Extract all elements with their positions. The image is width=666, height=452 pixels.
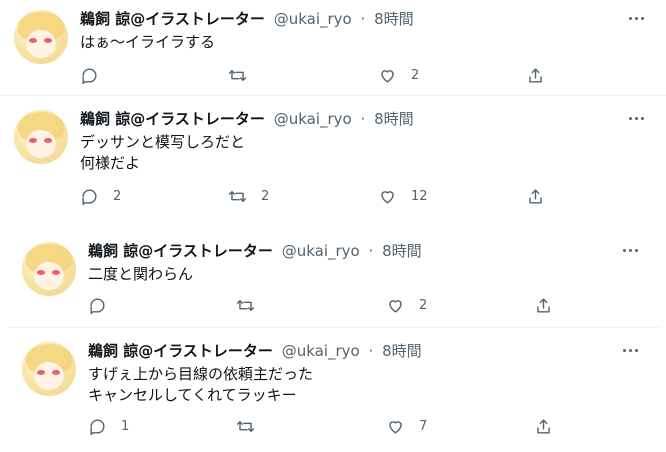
tweet[interactable]: 鵜飼 諒@イラストレーター @ukai_ryo · 8時間 デッサンと模写しろだ…	[0, 100, 666, 220]
avatar[interactable]	[22, 342, 76, 396]
retweet-button[interactable]	[228, 64, 261, 86]
tweet-header: 鵜飼 諒@イラストレーター @ukai_ryo · 8時間	[80, 108, 626, 130]
like-button[interactable]: 2	[386, 294, 427, 316]
display-name[interactable]: 鵜飼 諒@イラストレーター	[88, 342, 273, 360]
reply-icon	[82, 67, 97, 84]
tweet-actions: 2	[80, 64, 646, 86]
like-button[interactable]: 7	[386, 415, 427, 437]
tweet-text: すげぇ上から目線の依頼主だった キャンセルしてくれてラッキー	[88, 365, 314, 404]
retweet-icon	[236, 420, 255, 432]
like-icon	[389, 299, 402, 313]
tweet[interactable]: 鵜飼 諒@イラストレーター @ukai_ryo · 8時間 すげぇ上から目線の依…	[8, 332, 660, 450]
tweet-header: 鵜飼 諒@イラストレーター @ukai_ryo · 8時間	[88, 340, 620, 362]
avatar[interactable]	[22, 242, 76, 296]
separator-dot: ·	[360, 110, 366, 128]
separator-dot: ·	[368, 342, 374, 360]
more-icon[interactable]	[618, 240, 642, 260]
like-count: 7	[419, 418, 428, 434]
handle[interactable]: @ukai_ryo	[282, 242, 360, 260]
separator-dot: ·	[368, 242, 374, 260]
share-button[interactable]	[534, 415, 553, 437]
retweet-button[interactable]	[236, 415, 269, 437]
tweet-actions: 2	[88, 294, 640, 316]
retweet-count: 2	[261, 188, 270, 204]
tweet-actions: 2 2 12	[80, 185, 646, 207]
separator-dot: ·	[360, 10, 366, 28]
like-button[interactable]: 12	[378, 185, 428, 207]
more-icon[interactable]	[624, 108, 648, 128]
tweet-text: はぁ〜イライラする	[80, 33, 216, 51]
tweet-text: 二度と関わらん	[88, 265, 194, 283]
reply-count: 1	[121, 418, 130, 434]
tweet-header: 鵜飼 諒@イラストレーター @ukai_ryo · 8時間	[80, 8, 626, 30]
like-count: 2	[419, 297, 428, 313]
avatar[interactable]	[14, 10, 68, 64]
like-icon	[389, 420, 402, 434]
tweet-header: 鵜飼 諒@イラストレーター @ukai_ryo · 8時間	[88, 240, 620, 262]
tweet-text: デッサンと模写しろだと 何様だよ	[80, 133, 246, 172]
display-name[interactable]: 鵜飼 諒@イラストレーター	[88, 242, 273, 260]
retweet-button[interactable]	[236, 294, 269, 316]
reply-icon	[90, 297, 105, 314]
reply-count: 2	[113, 188, 122, 204]
reply-button[interactable]: 2	[80, 185, 121, 207]
reply-icon	[82, 188, 97, 205]
share-button[interactable]	[526, 64, 545, 86]
like-button[interactable]: 2	[378, 64, 419, 86]
display-name[interactable]: 鵜飼 諒@イラストレーター	[80, 10, 265, 28]
like-count: 2	[411, 67, 420, 83]
timestamp[interactable]: 8時間	[382, 342, 422, 360]
timestamp[interactable]: 8時間	[374, 10, 414, 28]
timestamp[interactable]: 8時間	[382, 242, 422, 260]
more-icon[interactable]	[618, 340, 642, 360]
reply-button[interactable]	[88, 294, 121, 316]
share-icon	[529, 67, 542, 83]
tweet-actions: 1 7	[88, 415, 640, 437]
handle[interactable]: @ukai_ryo	[274, 10, 352, 28]
retweet-button[interactable]: 2	[228, 185, 269, 207]
like-icon	[381, 69, 394, 83]
share-button[interactable]	[526, 185, 545, 207]
share-icon	[537, 297, 550, 313]
reply-button[interactable]: 1	[88, 415, 129, 437]
retweet-icon	[228, 190, 247, 202]
divider	[8, 327, 660, 328]
timestamp[interactable]: 8時間	[374, 110, 414, 128]
handle[interactable]: @ukai_ryo	[274, 110, 352, 128]
handle[interactable]: @ukai_ryo	[282, 342, 360, 360]
reply-button[interactable]	[80, 64, 113, 86]
share-icon	[537, 418, 550, 434]
avatar[interactable]	[14, 110, 68, 164]
tweet[interactable]: 鵜飼 諒@イラストレーター @ukai_ryo · 8時間 はぁ〜イライラする …	[0, 0, 666, 96]
reply-icon	[90, 418, 105, 435]
share-icon	[529, 188, 542, 204]
tweet[interactable]: 鵜飼 諒@イラストレーター @ukai_ryo · 8時間 二度と関わらん 2	[8, 232, 660, 328]
retweet-icon	[236, 299, 255, 311]
divider	[0, 95, 666, 96]
like-count: 12	[411, 188, 428, 204]
share-button[interactable]	[534, 294, 553, 316]
like-icon	[381, 190, 394, 204]
more-icon[interactable]	[624, 8, 648, 28]
retweet-icon	[228, 69, 247, 81]
display-name[interactable]: 鵜飼 諒@イラストレーター	[80, 110, 265, 128]
